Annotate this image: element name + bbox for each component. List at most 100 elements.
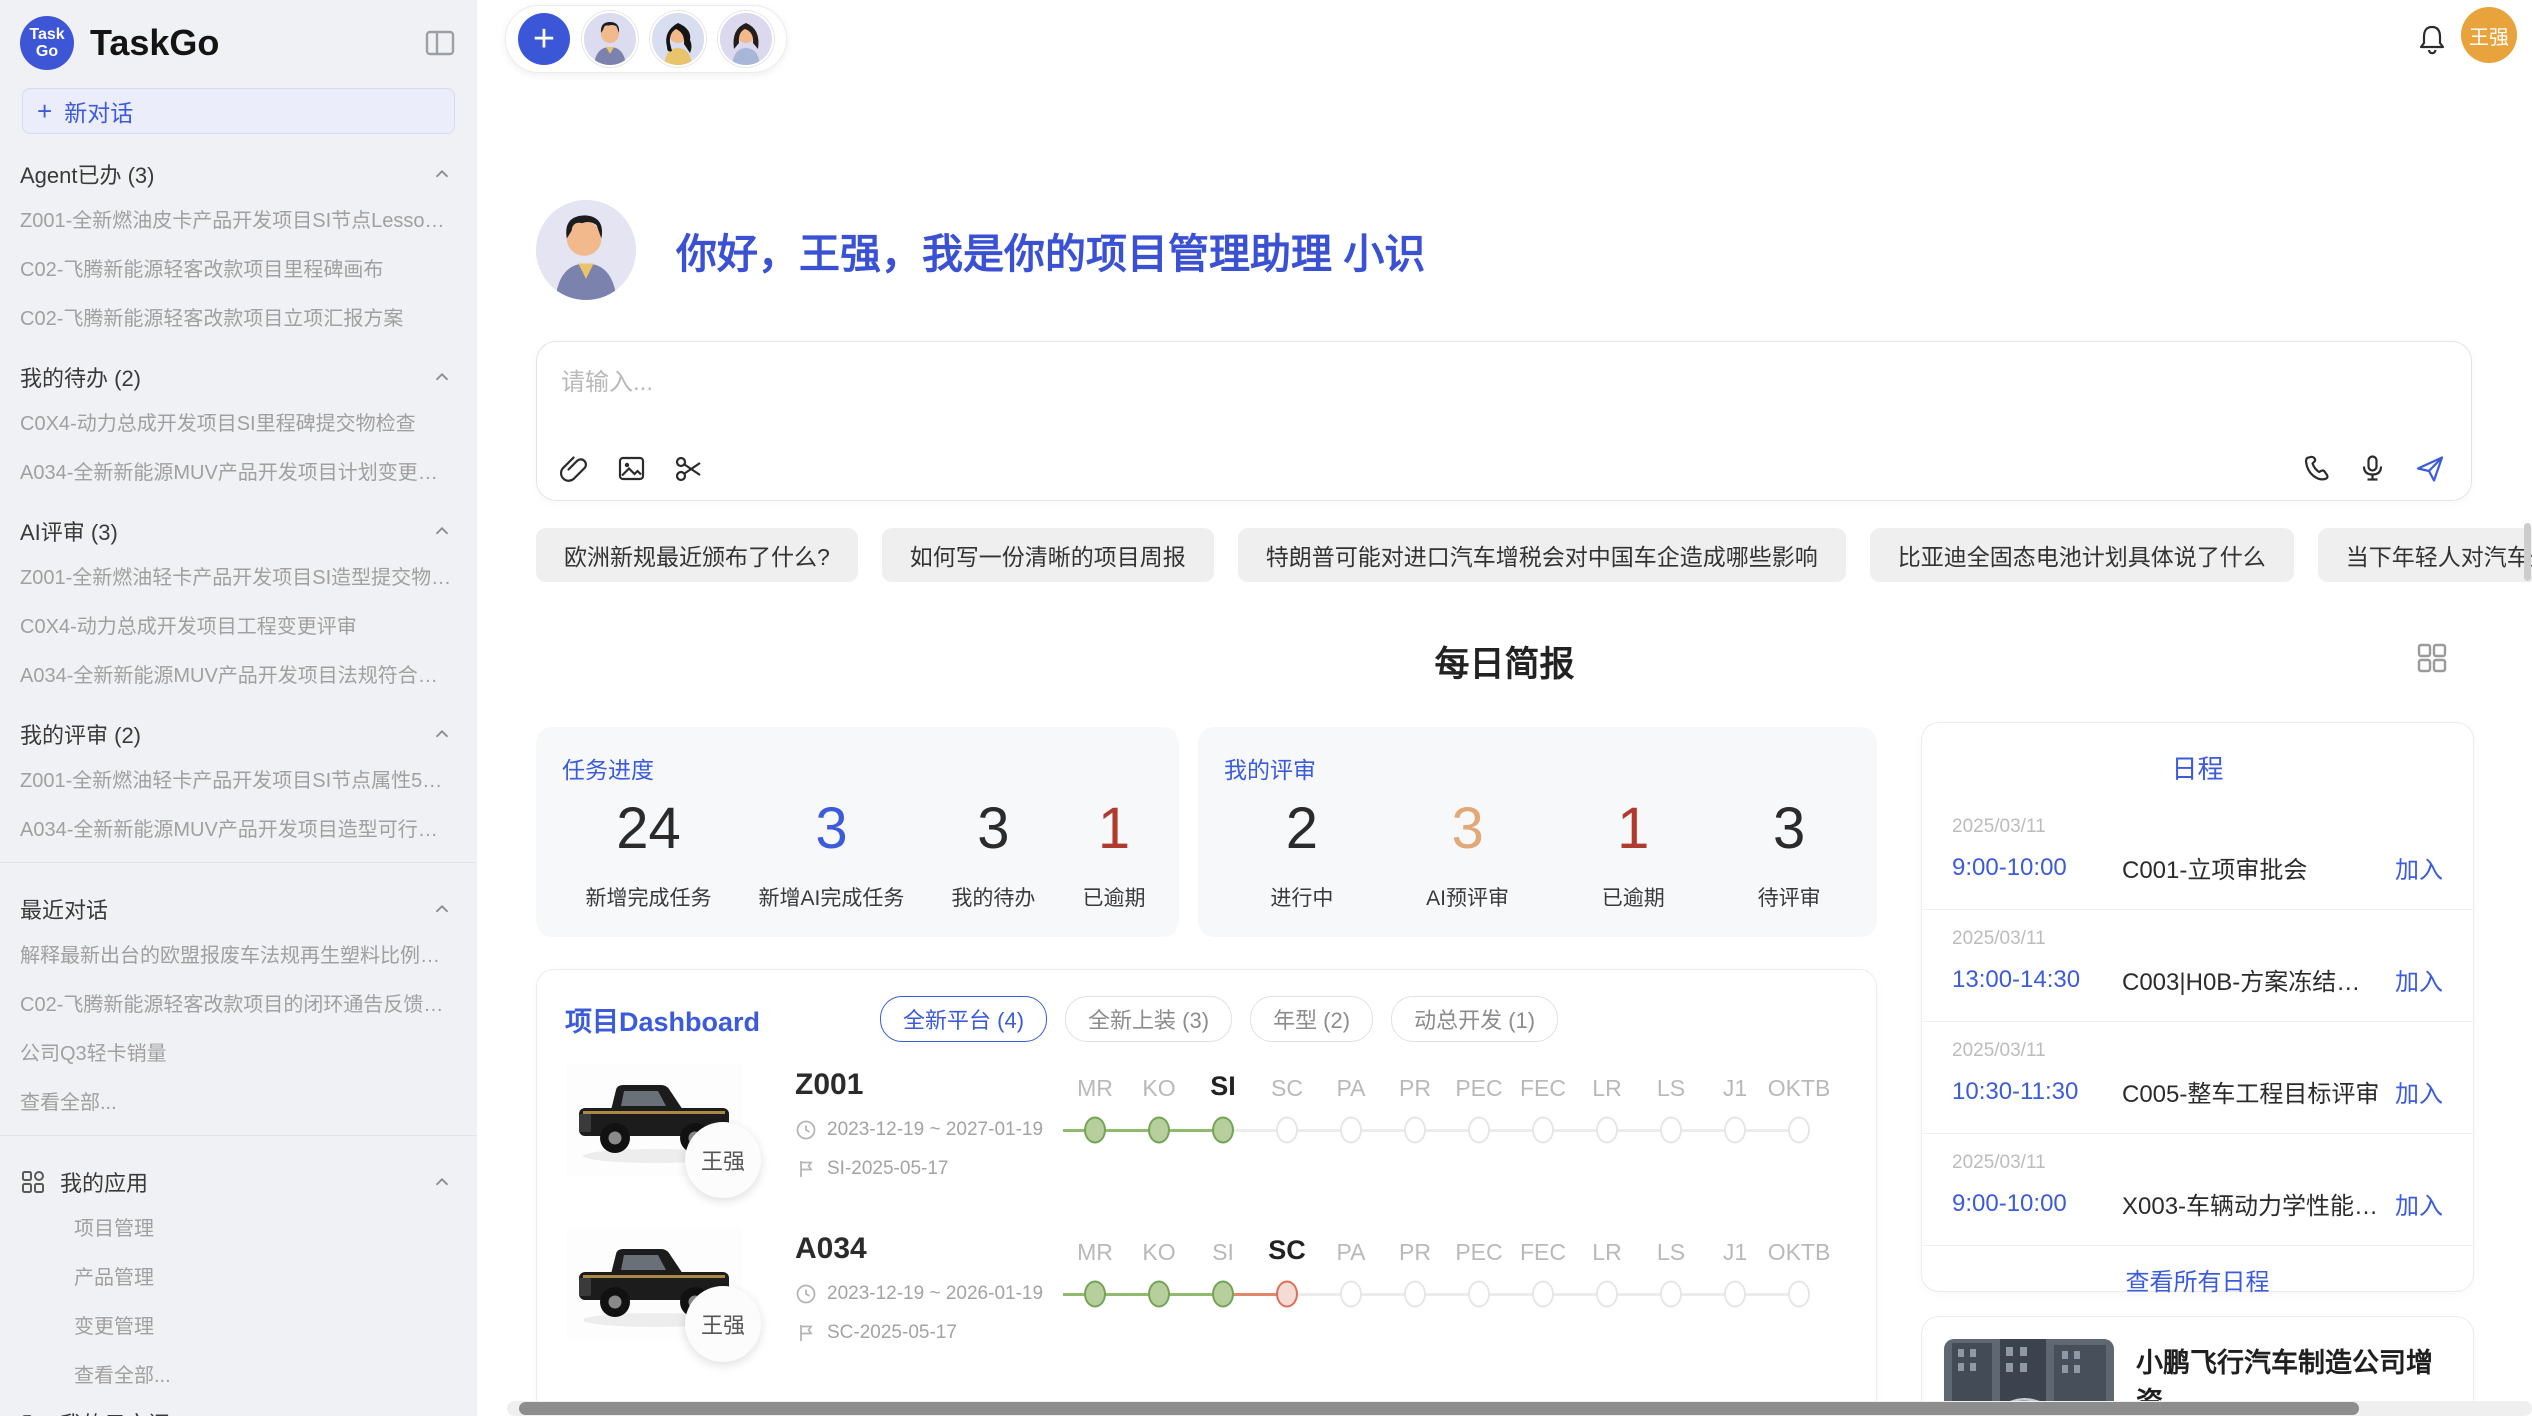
section-header[interactable]: 我的评审 (2) bbox=[0, 698, 477, 754]
app-sub-item[interactable]: 产品管理 bbox=[0, 1251, 477, 1300]
my-apps-header[interactable]: 我的应用 bbox=[0, 1146, 477, 1202]
milestone-dot-area bbox=[1319, 1272, 1383, 1316]
app-sub-item[interactable]: 查看全部... bbox=[0, 1349, 477, 1398]
sidebar-item-cloud-space[interactable]: 我的云空间 bbox=[0, 1398, 477, 1416]
chevron-up-icon[interactable] bbox=[431, 366, 453, 388]
sidebar-list-item[interactable]: A034-全新新能源MUV产品开发项目法规符合性评审 bbox=[0, 649, 477, 698]
milestone-dot[interactable] bbox=[1148, 1117, 1170, 1144]
sidebar-list-item[interactable]: C0X4-动力总成开发项目SI里程碑提交物检查 bbox=[0, 397, 477, 446]
chevron-up-icon[interactable] bbox=[431, 520, 453, 542]
project-info: A034 2023-12-19 ~ 2026-01-19 SC-2025-05-… bbox=[795, 1228, 1063, 1366]
dashboard-filter-pill[interactable]: 年型 (2) bbox=[1250, 996, 1373, 1042]
join-meeting-link[interactable]: 加入 bbox=[2395, 1186, 2443, 1221]
phone-call-icon[interactable] bbox=[2300, 453, 2331, 484]
suggestion-chip[interactable]: 特朗普可能对进口汽车增税会对中国车企造成哪些影响 bbox=[1238, 528, 1846, 582]
sidebar-list-item[interactable]: C0X4-动力总成开发项目工程变更评审 bbox=[0, 600, 477, 649]
app-sub-item[interactable]: 变更管理 bbox=[0, 1300, 477, 1349]
suggestion-chip[interactable]: 比亚迪全固态电池计划具体说了什么 bbox=[1870, 528, 2294, 582]
recent-chats-header[interactable]: 最近对话 bbox=[0, 873, 477, 929]
sidebar-list-item[interactable]: 查看全部... bbox=[0, 1076, 477, 1125]
layout-grid-icon[interactable] bbox=[2414, 640, 2450, 676]
milestone-dot[interactable] bbox=[1724, 1117, 1746, 1144]
milestone-dot[interactable] bbox=[1660, 1117, 1682, 1144]
sidebar-list-item[interactable]: 解释最新出台的欧盟报废车法规再生塑料比例被调至15%... bbox=[0, 929, 477, 978]
new-chat-label: 新对话 bbox=[64, 94, 133, 128]
milestone-dot[interactable] bbox=[1596, 1281, 1618, 1308]
milestone-dot[interactable] bbox=[1660, 1281, 1682, 1308]
notification-bell-icon[interactable] bbox=[2415, 22, 2449, 56]
milestone-dot[interactable] bbox=[1148, 1281, 1170, 1308]
horizontal-scrollbar-thumb[interactable] bbox=[519, 1402, 2359, 1415]
sidebar-list-item[interactable]: Z001-全新燃油皮卡产品开发项目SI节点Lesson Learn报告 bbox=[0, 194, 477, 243]
sidebar-list-item[interactable]: C02-飞腾新能源轻客改款项目里程碑画布 bbox=[0, 243, 477, 292]
sidebar-collapse-icon[interactable] bbox=[423, 26, 457, 60]
agent-avatar-3[interactable] bbox=[718, 11, 774, 67]
join-meeting-link[interactable]: 加入 bbox=[2395, 962, 2443, 997]
attach-icon[interactable] bbox=[559, 453, 590, 484]
user-avatar[interactable]: 王强 bbox=[2461, 7, 2517, 63]
horizontal-scrollbar-track[interactable] bbox=[507, 1401, 2532, 1416]
suggestion-chip[interactable]: 如何写一份清晰的项目周报 bbox=[882, 528, 1214, 582]
stat-item: 3 待评审 bbox=[1758, 789, 1821, 912]
new-chat-button[interactable]: + 新对话 bbox=[22, 88, 455, 134]
suggestion-chip[interactable]: 欧洲新规最近颁布了什么? bbox=[536, 528, 858, 582]
vertical-scrollbar-thumb[interactable] bbox=[2524, 523, 2531, 581]
schedule-name: X003-车辆动力学性能验... bbox=[2122, 1186, 2383, 1221]
section-header[interactable]: AI评审 (3) bbox=[0, 495, 477, 551]
milestone-dot[interactable] bbox=[1340, 1281, 1362, 1308]
chevron-up-icon[interactable] bbox=[431, 1171, 453, 1193]
send-icon[interactable] bbox=[2414, 453, 2445, 484]
milestone-dot[interactable] bbox=[1276, 1117, 1298, 1144]
milestone-dot[interactable] bbox=[1788, 1117, 1810, 1144]
sidebar-list-item[interactable]: Z001-全新燃油轻卡产品开发项目SI造型提交物评审 bbox=[0, 551, 477, 600]
stat-list: 2 进行中 3 AI预评审 1 已逾期 3 待评审 bbox=[1224, 789, 1867, 912]
image-upload-icon[interactable] bbox=[616, 453, 647, 484]
milestone-dot[interactable] bbox=[1468, 1117, 1490, 1144]
chevron-up-icon[interactable] bbox=[431, 898, 453, 920]
project-row[interactable]: 王强 A034 2023-12-19 ~ 2026-01-19 SC-2025-… bbox=[537, 1210, 1876, 1374]
view-all-schedule-link[interactable]: 查看所有日程 bbox=[1922, 1262, 2473, 1297]
milestone-dot[interactable] bbox=[1724, 1281, 1746, 1308]
agent-avatar-1[interactable] bbox=[582, 11, 638, 67]
microphone-icon[interactable] bbox=[2357, 453, 2388, 484]
milestone-dot[interactable] bbox=[1212, 1117, 1234, 1144]
agent-avatar-2[interactable] bbox=[650, 11, 706, 67]
sidebar-list-item[interactable]: A034-全新新能源MUV产品开发项目计划变更表编写 bbox=[0, 446, 477, 495]
chevron-up-icon[interactable] bbox=[431, 163, 453, 185]
join-meeting-link[interactable]: 加入 bbox=[2395, 850, 2443, 885]
sidebar-list-item[interactable]: A034-全新新能源MUV产品开发项目造型可行性评审 bbox=[0, 803, 477, 852]
milestone: PR bbox=[1383, 1064, 1447, 1202]
milestone-dot[interactable] bbox=[1084, 1281, 1106, 1308]
milestone-dot[interactable] bbox=[1084, 1117, 1106, 1144]
sidebar-list-item[interactable]: C02-飞腾新能源轻客改款项目立项汇报方案 bbox=[0, 292, 477, 341]
sidebar-list-item[interactable]: C02-飞腾新能源轻客改款项目的闭环通告反馈情况 bbox=[0, 978, 477, 1027]
milestone-dot[interactable] bbox=[1212, 1281, 1234, 1308]
dashboard-filter-pill[interactable]: 动总开发 (1) bbox=[1391, 996, 1558, 1042]
milestone-dot[interactable] bbox=[1340, 1117, 1362, 1144]
milestone-dot[interactable] bbox=[1532, 1281, 1554, 1308]
milestone-dot[interactable] bbox=[1596, 1117, 1618, 1144]
project-row[interactable]: 王强 Z001 2023-12-19 ~ 2027-01-19 SI-2025-… bbox=[537, 1046, 1876, 1210]
stat-value: 1 bbox=[1098, 795, 1130, 862]
join-meeting-link[interactable]: 加入 bbox=[2395, 1074, 2443, 1109]
milestone-dot[interactable] bbox=[1404, 1117, 1426, 1144]
milestone-dot[interactable] bbox=[1532, 1117, 1554, 1144]
milestone-dot[interactable] bbox=[1276, 1281, 1298, 1308]
chevron-up-icon[interactable] bbox=[431, 723, 453, 745]
dashboard-filter-pill[interactable]: 全新平台 (4) bbox=[880, 996, 1047, 1042]
milestone-label: PA bbox=[1337, 1228, 1366, 1266]
suggestion-chip[interactable]: 当下年轻人对汽车外观有怎样的喜好趋势 bbox=[2318, 528, 2532, 582]
milestone-dot[interactable] bbox=[1788, 1281, 1810, 1308]
dashboard-filter-pill[interactable]: 全新上装 (3) bbox=[1065, 996, 1232, 1042]
sidebar-list-item[interactable]: Z001-全新燃油轻卡产品开发项目SI节点属性5D文件评审 bbox=[0, 754, 477, 803]
milestone-timeline: MR KO SI SC PA bbox=[1063, 1228, 1831, 1366]
screenshot-scissors-icon[interactable] bbox=[673, 453, 704, 484]
sidebar-list-item[interactable]: 公司Q3轻卡销量 bbox=[0, 1027, 477, 1076]
add-agent-button[interactable]: + bbox=[518, 13, 570, 65]
app-sub-item[interactable]: 项目管理 bbox=[0, 1202, 477, 1251]
milestone-dot[interactable] bbox=[1468, 1281, 1490, 1308]
chat-composer[interactable]: 请输入... bbox=[536, 341, 2472, 501]
milestone-dot[interactable] bbox=[1404, 1281, 1426, 1308]
section-header[interactable]: Agent已办 (3) bbox=[0, 138, 477, 194]
section-header[interactable]: 我的待办 (2) bbox=[0, 341, 477, 397]
